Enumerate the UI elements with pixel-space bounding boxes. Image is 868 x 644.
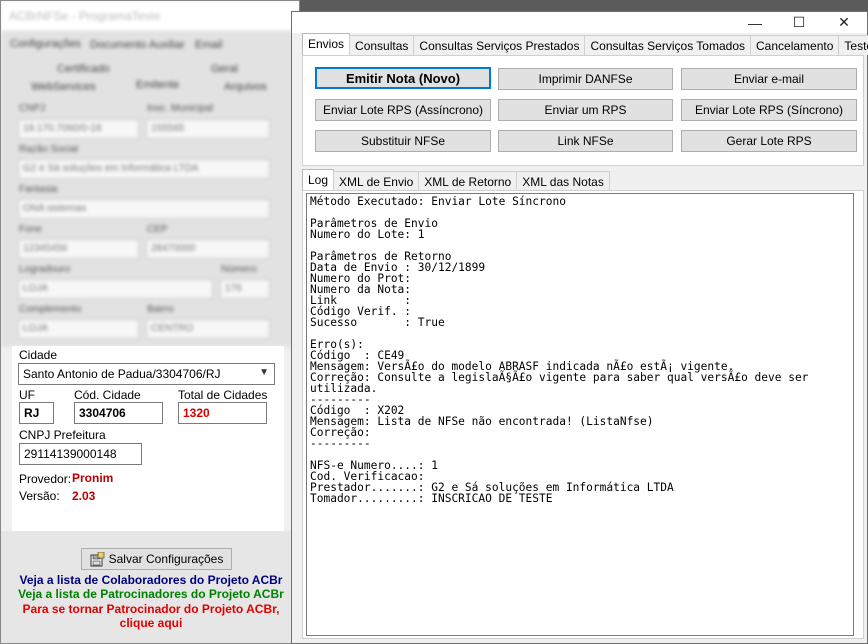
- tab-consultas-prestados[interactable]: Consultas Serviços Prestados: [413, 35, 586, 55]
- log-line: Mensagem: Lista de NFSe não encontrada! …: [310, 415, 654, 428]
- input-numero[interactable]: 176: [220, 279, 270, 299]
- minimize-button[interactable]: —: [732, 12, 778, 33]
- link-patrocinadores[interactable]: Veja a lista de Patrocinadores do Projet…: [1, 587, 299, 601]
- subtab-emitente[interactable]: Emitente: [136, 79, 179, 91]
- close-button[interactable]: ✕: [821, 12, 867, 33]
- log-line: Numero do Lote: 1: [310, 228, 425, 241]
- input-razao-social[interactable]: G2 e Sá soluções em Informática LTDA: [18, 159, 270, 179]
- label-logradouro: Logradouro: [19, 264, 71, 275]
- save-config-label: Salvar Configurações: [108, 552, 224, 566]
- minimize-icon: —: [748, 14, 762, 31]
- tab-configuracoes[interactable]: Configurações: [10, 38, 81, 50]
- tab-email[interactable]: Email: [195, 39, 223, 51]
- log-line: Correção: Consulte a legislaÃ§Ã£o vigent…: [310, 371, 809, 384]
- label-total-cidades: Total de Cidades: [178, 388, 268, 402]
- cidade-select[interactable]: Santo Antonio de Padua/3304706/RJ ▼: [18, 363, 275, 385]
- label-uf: UF: [19, 388, 35, 402]
- enviar-email-button[interactable]: Enviar e-mail: [681, 68, 857, 90]
- link-nfse-button[interactable]: Link NFSe: [498, 130, 673, 152]
- subtab-webservices[interactable]: WebServices: [31, 81, 96, 93]
- label-cidade: Cidade: [19, 348, 58, 362]
- nfse-window: — ☐ ✕ Envios Consultas Consultas Serviço…: [291, 11, 868, 644]
- tab-consultas-tomados[interactable]: Consultas Serviços Tomados: [584, 35, 752, 55]
- emitir-nota-button[interactable]: Emitir Nota (Novo): [315, 67, 491, 89]
- main-tabs: Envios Consultas Consultas Serviços Pres…: [302, 33, 868, 55]
- log-line: ---------: [310, 437, 371, 450]
- close-icon: ✕: [838, 14, 850, 30]
- input-cep[interactable]: 28470000: [146, 239, 270, 259]
- substituir-nfse-button[interactable]: Substituir NFSe: [315, 130, 491, 152]
- subtab-arquivos[interactable]: Arquivos: [224, 81, 267, 93]
- link-clique-aqui[interactable]: clique aqui: [1, 616, 299, 630]
- imprimir-danfse-button[interactable]: Imprimir DANFSe: [498, 68, 673, 90]
- label-fone: Fone: [19, 224, 42, 235]
- tab-cancelamento[interactable]: Cancelamento: [750, 35, 840, 55]
- input-cnpj[interactable]: 18.170.7060/0-18: [18, 119, 139, 139]
- title-bar: — ☐ ✕: [292, 12, 867, 33]
- log-line: Sucesso : True: [310, 316, 445, 329]
- maximize-button[interactable]: ☐: [776, 12, 822, 33]
- versao-value: 2.03: [72, 489, 96, 503]
- cod-cidade-field[interactable]: 3304706: [74, 402, 163, 424]
- label-numero: Número: [221, 264, 257, 275]
- subtab-certificado[interactable]: Certificado: [57, 63, 110, 75]
- link-tornar-patrocinador[interactable]: Para se tornar Patrocinador do Projeto A…: [1, 602, 299, 616]
- save-config-button[interactable]: Salvar Configurações: [81, 548, 232, 570]
- label-versao: Versão:: [19, 489, 60, 503]
- label-insc-municipal: Insc. Municipal: [147, 103, 214, 114]
- input-complemento[interactable]: LOJA: [18, 319, 139, 339]
- input-fone[interactable]: 12345456: [18, 239, 139, 259]
- label-cnpj: CNPJ: [19, 103, 46, 114]
- tab-documento-auxiliar[interactable]: Documento Auxiliar: [90, 39, 185, 51]
- enviar-lote-sincrono-button[interactable]: Enviar Lote RPS (Síncrono): [681, 99, 857, 121]
- label-razao-social: Razão Social: [19, 144, 78, 155]
- log-line: Correção:: [310, 426, 371, 439]
- tab-consultas[interactable]: Consultas: [349, 35, 415, 55]
- total-cidades-field[interactable]: 1320: [178, 402, 267, 424]
- cidade-select-value: Santo Antonio de Padua/3304706/RJ: [23, 367, 221, 381]
- subtab-geral[interactable]: Geral: [211, 63, 238, 75]
- tab-xml-envio[interactable]: XML de Envio: [333, 171, 420, 191]
- chevron-down-icon: ▼: [259, 367, 269, 378]
- tab-xml-retorno[interactable]: XML de Retorno: [418, 171, 518, 191]
- tab-envios[interactable]: Envios: [302, 33, 351, 55]
- save-icon: [90, 551, 105, 567]
- link-colaboradores[interactable]: Veja a lista de Colaboradores do Projeto…: [1, 573, 299, 587]
- log-line: Tomador.........: INSCRICAO DE TESTE: [310, 492, 553, 505]
- label-provedor: Provedor:: [19, 472, 72, 486]
- label-bairro: Bairro: [147, 304, 174, 315]
- tab-teste[interactable]: Teste: [838, 35, 868, 55]
- config-blurred-area: Configurações Documento Auxiliar Email C…: [1, 31, 299, 347]
- label-cnpj-prefeitura: CNPJ Prefeitura: [19, 428, 106, 442]
- log-textarea[interactable]: Método Executado: Enviar Lote Síncrono Pa…: [306, 193, 854, 636]
- input-fantasia[interactable]: ONA sistemas: [18, 199, 270, 219]
- cnpj-prefeitura-field[interactable]: 29114139000148: [19, 443, 142, 465]
- uf-field[interactable]: RJ: [19, 402, 54, 424]
- gerar-lote-rps-button[interactable]: Gerar Lote RPS: [681, 130, 857, 152]
- tab-log[interactable]: Log: [302, 169, 335, 191]
- label-cod-cidade: Cód. Cidade: [74, 388, 141, 402]
- label-fantasia: Fantasia: [19, 184, 58, 195]
- log-line: utilizada.: [310, 382, 378, 395]
- maximize-icon: ☐: [792, 14, 806, 30]
- label-complemento: Complemento: [19, 304, 82, 315]
- enviar-um-rps-button[interactable]: Enviar um RPS: [498, 99, 673, 121]
- log-tabs: Log XML de Envio XML de Retorno XML das …: [302, 169, 610, 191]
- input-logradouro[interactable]: LOJA: [18, 279, 213, 299]
- label-cep: CEP: [147, 224, 168, 235]
- log-line: Método Executado: Enviar Lote Síncrono: [310, 195, 566, 208]
- envios-panel: Emitir Nota (Novo) Imprimir DANFSe Envia…: [302, 55, 864, 166]
- provedor-value: Pronim: [72, 471, 114, 485]
- tab-xml-notas[interactable]: XML das Notas: [516, 171, 610, 191]
- config-window: ACBrNFSe - ProgramaTeste Configurações D…: [0, 0, 300, 644]
- config-window-title: ACBrNFSe - ProgramaTeste: [1, 1, 299, 31]
- input-bairro[interactable]: CENTRO: [146, 319, 270, 339]
- log-panel: Método Executado: Enviar Lote Síncrono Pa…: [302, 190, 864, 639]
- input-insc-municipal[interactable]: 155565: [146, 119, 270, 139]
- enviar-lote-assincrono-button[interactable]: Enviar Lote RPS (Assíncrono): [315, 99, 491, 121]
